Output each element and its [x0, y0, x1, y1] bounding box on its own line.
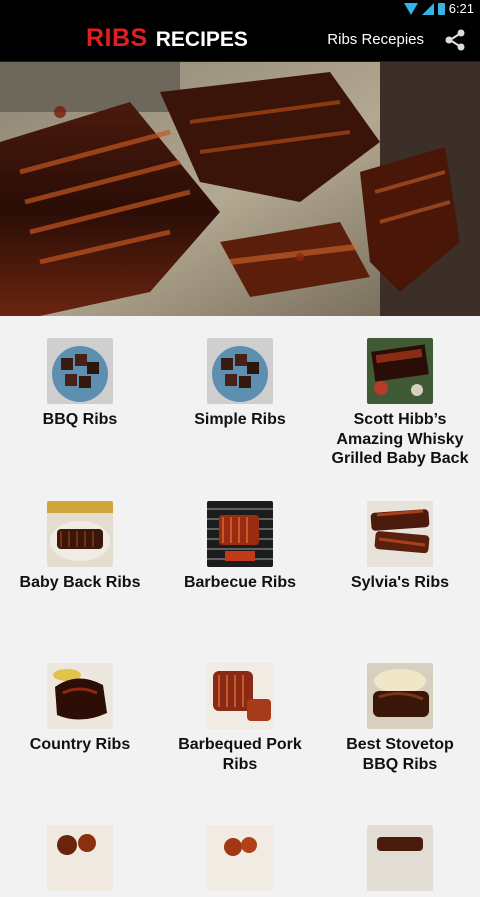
signal-icon	[421, 2, 434, 15]
recipe-label: Country Ribs	[29, 736, 131, 753]
recipe-thumbnail	[47, 501, 113, 567]
recipe-item[interactable]: Simple Ribs	[160, 330, 320, 430]
recipe-item[interactable]	[160, 817, 320, 897]
recipe-thumbnail	[367, 501, 433, 567]
recipe-thumbnail	[47, 338, 113, 404]
app-title-recipes: RECIPES	[155, 28, 248, 51]
recipe-thumbnail	[47, 825, 113, 891]
app-title-ribs: RIBS	[86, 24, 148, 52]
status-bar: 6:21	[0, 0, 480, 18]
recipe-item[interactable]: Scott Hibb’s Amazing Whisky Grilled Baby…	[320, 330, 480, 469]
app-title: RIBS RECIPES	[86, 24, 248, 53]
share-button[interactable]	[442, 27, 468, 53]
recipe-label: Best Stovetop BBQ Ribs	[346, 736, 454, 773]
recipe-item[interactable]: BBQ Ribs	[0, 330, 160, 430]
recipe-label: Sylvia's Ribs	[350, 574, 450, 591]
recipe-item[interactable]	[0, 817, 160, 897]
recipe-item[interactable]: Best Stovetop BBQ Ribs	[320, 655, 480, 774]
recipe-item[interactable]: Baby Back Ribs	[0, 493, 160, 593]
recipe-item[interactable]: Barbequed Pork Ribs	[160, 655, 320, 774]
wifi-icon	[403, 2, 418, 15]
recipe-item[interactable]: Sylvia's Ribs	[320, 493, 480, 593]
status-icons: 6:21	[403, 1, 474, 16]
recipe-thumbnail	[207, 663, 273, 729]
share-icon	[445, 29, 465, 51]
recipe-label: Barbequed Pork Ribs	[178, 736, 302, 773]
status-time: 6:21	[448, 1, 474, 16]
recipe-label: Baby Back Ribs	[19, 574, 141, 591]
recipe-label: Barbecue Ribs	[183, 574, 297, 591]
recipe-label: Simple Ribs	[194, 411, 286, 428]
hero-ribs-image	[0, 62, 480, 316]
recipe-thumbnail	[207, 501, 273, 567]
action-bar-subtitle: Ribs Recepies	[327, 31, 424, 48]
recipe-thumbnail	[207, 825, 273, 891]
recipe-thumbnail	[367, 338, 433, 404]
battery-icon	[437, 2, 445, 15]
recipe-item[interactable]: Barbecue Ribs	[160, 493, 320, 593]
recipe-label: Scott Hibb’s Amazing Whisky Grilled Baby…	[331, 411, 469, 467]
action-bar: RIBS RECIPES Ribs Recepies	[0, 18, 480, 63]
recipe-item[interactable]	[320, 817, 480, 897]
recipe-thumbnail	[367, 825, 433, 891]
recipe-label: BBQ Ribs	[42, 411, 118, 428]
recipe-thumbnail	[367, 663, 433, 729]
recipe-thumbnail	[47, 663, 113, 729]
recipe-thumbnail	[207, 338, 273, 404]
recipe-item[interactable]: Country Ribs	[0, 655, 160, 755]
